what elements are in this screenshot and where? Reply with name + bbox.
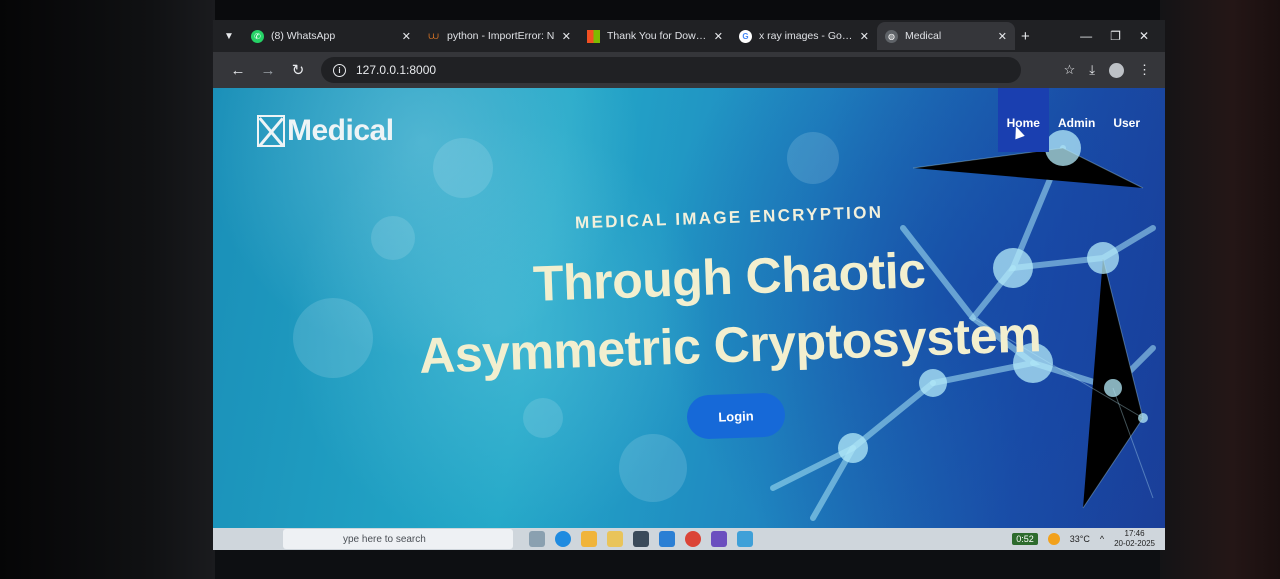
visual-studio-icon[interactable] xyxy=(711,531,727,547)
window-controls: — ❐ ✕ xyxy=(1080,29,1149,43)
close-tab-icon[interactable]: ✕ xyxy=(708,30,723,43)
browser-toolbar: ← → ↻ i 127.0.0.1:8000 ☆ ⤓ ⋮ xyxy=(213,52,1165,88)
python-app-icon[interactable] xyxy=(737,531,753,547)
weather-sun-icon xyxy=(1047,533,1060,545)
store-icon[interactable] xyxy=(581,531,597,547)
profile-avatar[interactable] xyxy=(1109,62,1124,78)
microsoft-icon xyxy=(587,29,600,43)
clock-date: 20-02-2025 xyxy=(1114,539,1155,548)
google-icon: G xyxy=(739,29,752,43)
close-tab-icon[interactable]: ✕ xyxy=(854,30,869,43)
temperature[interactable]: 33°C xyxy=(1070,534,1090,544)
download-icon[interactable]: ⤓ xyxy=(1089,62,1095,78)
whatsapp-icon: ✆ xyxy=(251,29,264,43)
tab-stackoverflow[interactable]: ⩊ python - ImportError: N ✕ xyxy=(419,22,579,50)
tab-search-icon[interactable]: ▼ xyxy=(215,22,243,50)
back-icon[interactable]: ← xyxy=(223,62,253,79)
taskbar-search[interactable]: ype here to search xyxy=(283,529,513,549)
brand-logo[interactable]: Medical xyxy=(257,114,394,148)
photo-background-right xyxy=(1160,0,1280,579)
monitor-screen: ▼ ✆ (8) WhatsApp ✕ ⩊ python - ImportErro… xyxy=(213,20,1165,550)
windows-taskbar: ype here to search 0:52 33°C ^ 17:46 20-… xyxy=(213,528,1165,550)
tab-label: x ray images - Google S xyxy=(759,30,854,42)
task-view-icon[interactable] xyxy=(529,531,545,547)
login-button[interactable]: Login xyxy=(686,392,786,440)
brand-name: Medical xyxy=(287,114,394,147)
globe-icon: ◍ xyxy=(885,29,898,43)
tab-label: python - ImportError: N xyxy=(447,30,555,42)
clock-time: 17:46 xyxy=(1124,529,1145,538)
address-bar[interactable]: i 127.0.0.1:8000 xyxy=(321,57,1021,83)
tab-label: Thank You for Download xyxy=(607,30,708,42)
system-tray: 0:52 33°C ^ 17:46 20-02-2025 xyxy=(1012,529,1155,549)
tab-whatsapp[interactable]: ✆ (8) WhatsApp ✕ xyxy=(243,22,419,50)
new-tab-icon[interactable]: + xyxy=(1021,28,1030,45)
tab-label: Medical xyxy=(905,30,942,42)
close-tab-icon[interactable]: ✕ xyxy=(396,30,411,43)
vscode-icon[interactable] xyxy=(659,531,675,547)
minimize-icon[interactable]: — xyxy=(1080,29,1092,43)
site-info-icon[interactable]: i xyxy=(333,63,346,77)
reload-icon[interactable]: ↻ xyxy=(283,61,313,79)
restore-icon[interactable]: ❐ xyxy=(1110,29,1121,43)
forward-icon[interactable]: → xyxy=(253,62,283,79)
nav-user[interactable]: User xyxy=(1104,88,1149,152)
tab-google-search[interactable]: G x ray images - Google S ✕ xyxy=(731,22,877,50)
app-icon[interactable] xyxy=(633,531,649,547)
edge-icon[interactable] xyxy=(555,531,571,547)
bookmark-star-icon[interactable]: ☆ xyxy=(1064,62,1076,78)
stackoverflow-icon: ⩊ xyxy=(428,30,439,42)
more-menu-icon[interactable]: ⋮ xyxy=(1138,62,1151,78)
clock[interactable]: 17:46 20-02-2025 xyxy=(1114,529,1155,549)
medical-landing-page: Medical Home Admin User MEDICAL IMAGE EN… xyxy=(213,88,1165,528)
main-nav: Home Admin User xyxy=(997,88,1149,152)
tab-thank-you[interactable]: Thank You for Download ✕ xyxy=(579,22,731,50)
taskbar-apps xyxy=(529,531,753,547)
logo-icon xyxy=(257,115,285,147)
nav-admin[interactable]: Admin xyxy=(1049,88,1104,152)
nav-home[interactable]: Home xyxy=(997,88,1049,152)
battery-indicator[interactable]: 0:52 xyxy=(1012,533,1038,545)
url-text: 127.0.0.1:8000 xyxy=(356,63,437,77)
close-window-icon[interactable]: ✕ xyxy=(1139,29,1149,43)
tray-overflow-icon[interactable]: ^ xyxy=(1100,534,1104,544)
tab-label: (8) WhatsApp xyxy=(271,30,336,42)
file-explorer-icon[interactable] xyxy=(607,531,623,547)
close-tab-icon[interactable]: ✕ xyxy=(992,30,1007,43)
tab-medical[interactable]: ◍ Medical ✕ xyxy=(877,22,1015,50)
close-tab-icon[interactable]: ✕ xyxy=(556,30,571,43)
chrome-icon[interactable] xyxy=(685,531,701,547)
toolbar-actions: ☆ ⤓ ⋮ xyxy=(1064,62,1151,78)
photo-background-left xyxy=(0,0,215,579)
browser-tab-bar: ▼ ✆ (8) WhatsApp ✕ ⩊ python - ImportErro… xyxy=(213,20,1165,52)
